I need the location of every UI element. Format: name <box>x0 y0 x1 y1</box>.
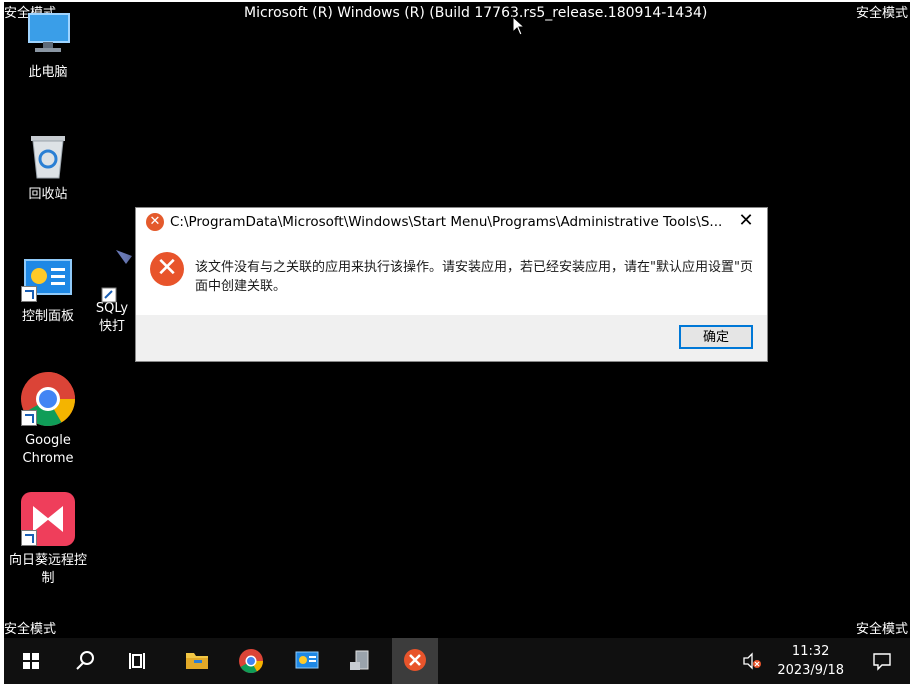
server-tool-icon <box>350 650 369 670</box>
desktop-icon-this-pc[interactable]: 此电脑 <box>5 8 91 82</box>
desktop-icon-label: 此电脑 <box>28 65 68 80</box>
computer-icon <box>19 8 77 60</box>
desktop-icon-label: 回收站 <box>28 187 68 202</box>
clock-date: 2023/9/18 <box>777 663 844 678</box>
desktop-icon-sqlyog[interactable]: SQLy 快打 <box>82 246 142 336</box>
search-button[interactable] <box>62 638 108 684</box>
desktop: 安全模式 安全模式 安全模式 安全模式 Microsoft (R) Window… <box>4 2 910 638</box>
chrome-icon <box>19 370 77 428</box>
desktop-icon-label: Google <box>25 433 71 448</box>
dialog-footer: 确定 <box>136 315 767 361</box>
control-panel-icon <box>19 256 77 304</box>
error-icon: ✕ <box>150 252 184 286</box>
desktop-icon-label: 控制面板 <box>21 309 74 324</box>
search-icon <box>76 651 94 670</box>
sunlogin-icon <box>19 490 77 548</box>
mouse-cursor-icon <box>512 16 526 36</box>
windows-logo-icon <box>23 653 39 669</box>
control-panel-icon <box>295 651 319 669</box>
desktop-icon-label-line2: 快打 <box>98 319 125 334</box>
close-icon[interactable]: ✕ <box>735 210 757 232</box>
desktop-icon-label-line2: 制 <box>41 571 55 586</box>
desktop-icon-sunlogin[interactable]: 向日葵远程控 制 <box>5 490 91 588</box>
folder-icon <box>186 653 208 669</box>
dialog-message: 该文件没有与之关联的应用来执行该操作。请安装应用，若已经安装应用，请在"默认应用… <box>195 260 753 294</box>
safe-mode-label-top-right: 安全模式 <box>855 6 908 21</box>
dialog-titlebar[interactable]: ✕ C:\ProgramData\Microsoft\Windows\Start… <box>136 208 767 236</box>
system-clock[interactable]: 11:32 2023/9/18 <box>777 642 844 680</box>
taskbar: 11:32 2023/9/18 <box>4 638 910 684</box>
chrome-icon <box>239 649 263 674</box>
taskbar-chrome[interactable] <box>228 638 274 684</box>
dialog-title: C:\ProgramData\Microsoft\Windows\Start M… <box>170 214 723 230</box>
taskbar-admin-tool[interactable] <box>338 638 384 684</box>
desktop-icon-control-panel[interactable]: 控制面板 <box>5 256 91 326</box>
taskbar-file-explorer[interactable] <box>174 638 220 684</box>
volume-muted-icon[interactable] <box>742 652 762 670</box>
desktop-icon-google-chrome[interactable]: Google Chrome <box>5 370 91 468</box>
error-icon <box>404 649 426 671</box>
shortcut-arrow-icon <box>21 530 37 546</box>
desktop-icon-label-line2: Chrome <box>22 451 74 466</box>
clock-time: 11:32 <box>791 644 830 659</box>
build-watermark: Microsoft (R) Windows (R) (Build 17763.r… <box>244 5 708 21</box>
task-view-button[interactable] <box>114 638 160 684</box>
taskbar-error-dialog[interactable] <box>392 638 438 684</box>
start-button[interactable] <box>8 638 54 684</box>
desktop-icon-recycle-bin[interactable]: 回收站 <box>5 130 91 204</box>
ok-button[interactable]: 确定 <box>679 325 753 349</box>
safe-mode-label-bottom-right: 安全模式 <box>855 622 908 637</box>
shortcut-arrow-icon <box>21 286 37 302</box>
sqlyog-icon <box>92 246 132 304</box>
recycle-bin-icon <box>19 130 77 182</box>
error-dialog: ✕ C:\ProgramData\Microsoft\Windows\Start… <box>135 207 768 362</box>
safe-mode-label-bottom-left: 安全模式 <box>4 622 57 637</box>
error-small-icon: ✕ <box>146 213 164 231</box>
desktop-icon-label: 向日葵远程控 <box>8 553 87 568</box>
shortcut-arrow-icon <box>21 410 37 426</box>
task-view-icon <box>129 653 145 669</box>
notification-icon[interactable] <box>872 651 892 671</box>
taskbar-control-panel[interactable] <box>284 638 330 684</box>
